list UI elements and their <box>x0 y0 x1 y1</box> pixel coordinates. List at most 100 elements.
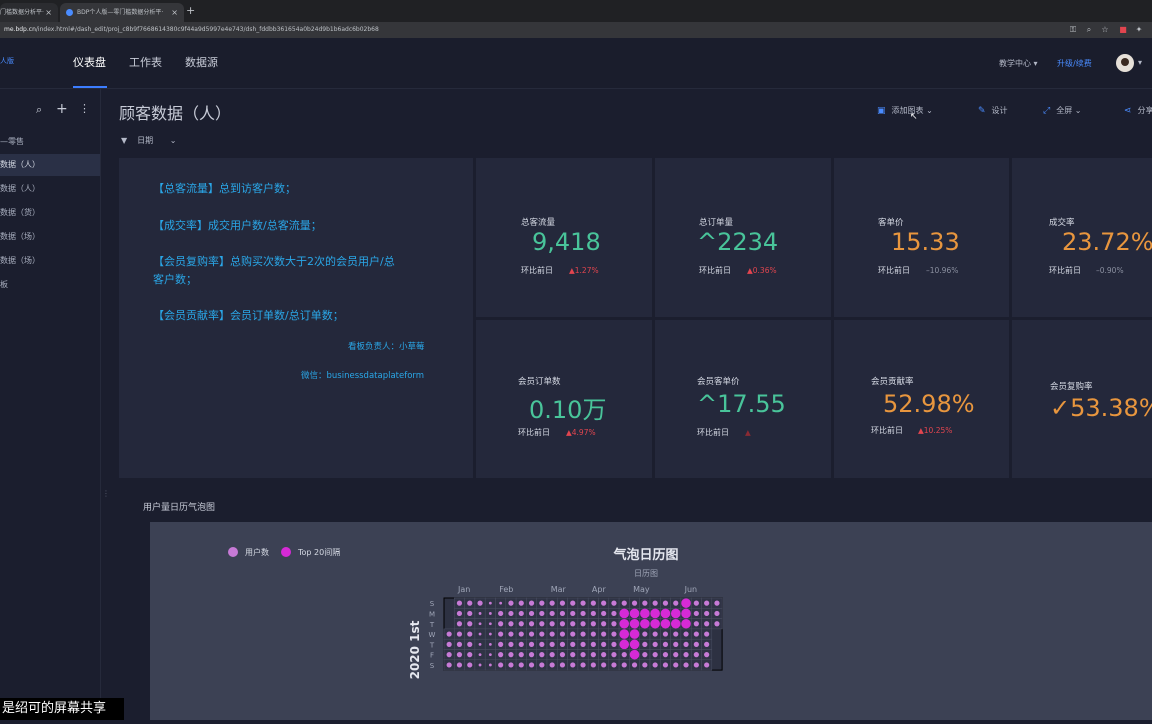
star-icon[interactable]: ☆ <box>1100 25 1110 35</box>
bubble <box>714 600 720 606</box>
nav-tab-datasource[interactable]: 数据源 <box>185 38 218 88</box>
bubble <box>528 631 535 637</box>
bubble-top <box>670 608 681 619</box>
kpi-card[interactable]: 会员订单数 0.10万 环比前日 ▲4.97% <box>476 320 652 478</box>
design-button[interactable]: ✎ 设计 <box>978 105 1008 116</box>
bubble <box>693 600 699 606</box>
bubble <box>673 652 679 658</box>
bubble <box>631 600 638 606</box>
extension-icon[interactable]: ■ <box>1118 25 1128 35</box>
nav-tab-worksheet[interactable]: 工作表 <box>129 38 162 88</box>
kpi-change: ▲10.25% <box>918 426 953 435</box>
kpi-card[interactable]: 会员贡献率 52.98% 环比前日 ▲10.25% <box>834 320 1009 478</box>
bubble <box>621 652 627 658</box>
bubble-top <box>629 629 640 639</box>
month-label: May <box>633 585 650 594</box>
kpi-compare-label: 环比前日 <box>699 266 731 275</box>
url-text[interactable]: me.bdp.cn/index.html#/dash_edit/proj_c8b… <box>4 22 379 38</box>
caret-down-icon[interactable]: ▾ <box>1138 58 1142 67</box>
kpi-compare-label: 环比前日 <box>878 266 910 275</box>
address-bar[interactable]: me.bdp.cn/index.html#/dash_edit/proj_c8b… <box>0 22 1152 38</box>
bubble <box>539 652 545 658</box>
kpi-value: 52.98% <box>883 390 975 418</box>
legend-marker <box>228 547 238 557</box>
puzzle-icon[interactable]: ✦ <box>1134 25 1144 35</box>
kpi-value: 9,418 <box>532 228 601 256</box>
kpi-label: 成交率 <box>1049 218 1075 228</box>
note-line: 【会员贡献率】会员订单数/总订单数； <box>153 309 344 322</box>
nav-tab-dashboard[interactable]: 仪表盘 <box>73 38 107 88</box>
bubble <box>693 621 699 627</box>
weekday-label: S <box>430 600 435 608</box>
browser-tab-1[interactable]: 门槛数据分析平· × <box>0 3 58 22</box>
more-icon[interactable]: ⋮ <box>79 102 90 115</box>
tab-label: 门槛数据分析平· <box>0 9 44 16</box>
close-icon[interactable]: × <box>45 3 52 22</box>
teach-center-menu[interactable]: 教学中心 ▾ <box>999 58 1038 69</box>
new-tab-icon[interactable]: + <box>186 4 195 17</box>
date-filter[interactable]: ▼ 日期 ⌄ <box>121 135 176 146</box>
logo[interactable]: 人版 <box>0 56 14 66</box>
share-icon: ⋖ <box>1124 106 1132 116</box>
weekday-label: F <box>430 652 434 660</box>
sidebar-item-customer-2[interactable]: 数据（人） <box>0 178 100 200</box>
bubble <box>518 610 524 617</box>
bubble <box>559 621 566 627</box>
bubble <box>601 652 607 658</box>
bubble <box>559 641 566 647</box>
add-chart-button[interactable]: ▣ 添加图表 ⌄ <box>877 105 933 116</box>
sidebar-item-goods[interactable]: 数据（货） <box>0 202 100 224</box>
kpi-card[interactable]: 成交率 23.72% 环比前日 –0.90% <box>1012 158 1152 317</box>
bubble <box>642 641 648 647</box>
bubble <box>601 600 607 606</box>
bubble-top <box>619 629 630 639</box>
note-line: 【总客流量】总到访客户数； <box>153 182 296 195</box>
weekday-label: T <box>429 641 435 649</box>
close-icon[interactable]: × <box>171 3 178 22</box>
bubble <box>478 622 482 626</box>
key-icon[interactable]: ⚿ <box>1068 25 1078 35</box>
bubble <box>693 652 699 658</box>
bubble <box>467 610 473 617</box>
resize-handle[interactable]: ⋮ <box>102 489 110 498</box>
browser-tab-2[interactable]: BDP个人版—零门槛数据分析平· × <box>60 3 184 22</box>
kpi-card[interactable]: 客单价 15.33 环比前日 –10.96% <box>834 158 1009 317</box>
upgrade-link[interactable]: 升级/续费 <box>1057 58 1092 69</box>
kpi-card[interactable]: 总订单量 ^2234 环比前日 ▲0.36% <box>655 158 831 317</box>
weekday-label: S <box>430 662 435 670</box>
kpi-card[interactable]: 总客流量 9,418 环比前日 ▲1.27% <box>476 158 652 317</box>
avatar[interactable] <box>1116 54 1134 72</box>
sidebar-group-label[interactable]: —零售 <box>0 136 24 147</box>
note-line: 【成交率】成交用户数/总客流量； <box>153 219 322 232</box>
month-label: Mar <box>551 585 567 594</box>
browser-tab-bar: 门槛数据分析平· × BDP个人版—零门槛数据分析平· × + <box>0 0 1152 22</box>
add-icon[interactable]: + <box>56 101 68 117</box>
kpi-value: ^17.55 <box>697 390 786 418</box>
kpi-card[interactable]: 会员客单价 ^17.55 环比前日 ▲ <box>655 320 831 478</box>
sidebar-item-board[interactable]: 板 <box>0 274 100 296</box>
bubble <box>642 631 648 637</box>
month-label: Jun <box>684 585 698 594</box>
screen-share-caption: 是绍可的屏幕共享 <box>0 698 124 720</box>
bubble <box>642 652 648 658</box>
weekday-label: T <box>429 621 435 629</box>
kpi-label: 会员客单价 <box>697 377 740 387</box>
cursor-icon: ↖ <box>910 112 918 122</box>
bubble <box>528 600 535 606</box>
bubble-calendar-chart[interactable]: 气泡日历图 日历图 用户数 Top 20间隔 2020 1st Jan Feb Mar Apr M… <box>150 522 1152 720</box>
bubble <box>549 631 555 637</box>
search-icon[interactable]: ⌕ <box>36 103 42 117</box>
share-button[interactable]: ⋖ 分享 <box>1124 105 1152 116</box>
kpi-compare-label: 环比前日 <box>697 428 729 437</box>
bubble <box>539 662 545 668</box>
sidebar-item-venue-2[interactable]: 数据（场） <box>0 250 100 272</box>
bubble <box>704 621 710 627</box>
search-icon[interactable]: ⌕ <box>1084 25 1094 35</box>
bubble <box>498 652 504 658</box>
kpi-card[interactable]: 会员复购率 ✓53.38% <box>1012 320 1152 478</box>
sidebar-item-customer[interactable]: 数据（人） <box>0 154 100 176</box>
bubble-top <box>640 608 650 619</box>
bubble <box>590 641 596 647</box>
fullscreen-button[interactable]: ⤢ 全屏 ⌄ <box>1043 105 1081 116</box>
sidebar-item-venue[interactable]: 数据（场） <box>0 226 100 248</box>
